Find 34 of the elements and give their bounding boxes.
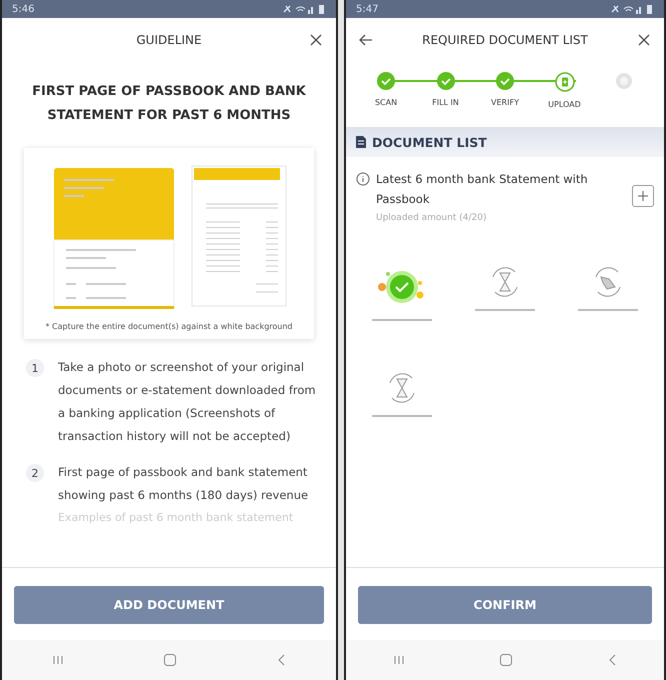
document-icon	[356, 136, 366, 148]
back-arrow-icon	[359, 34, 373, 46]
guideline-heading: FIRST PAGE OF PASSBOOK AND BANK STATEMENT FOR PAST 6 MONTHS	[31, 83, 307, 125]
plus-icon	[638, 191, 648, 201]
status-icons	[610, 4, 654, 14]
step-number: 1	[26, 359, 44, 377]
step-label: FILL IN	[432, 98, 459, 107]
illustration-caption: * Capture the entire document(s) against a white background	[45, 322, 293, 331]
recent-apps-icon[interactable]	[52, 654, 64, 666]
info-icon	[356, 172, 370, 186]
back-icon[interactable]	[276, 653, 286, 667]
status-time: 5:47	[356, 4, 378, 14]
screen-title: GUIDELINE	[135, 33, 203, 47]
home-icon[interactable]	[499, 653, 513, 667]
document-name: Latest 6 month bank Statement with Passbook	[376, 171, 589, 208]
step-number: 2	[26, 464, 44, 482]
step-label: UPLOAD	[548, 100, 581, 109]
add-button[interactable]	[632, 185, 654, 207]
home-icon[interactable]	[162, 653, 177, 667]
uploaded-amount: Uploaded amount (4/20)	[376, 213, 488, 223]
confirm-button[interactable]: CONFIRM	[358, 586, 652, 624]
status-icons	[282, 4, 326, 14]
status-time: 5:46	[12, 4, 34, 14]
step-label: VERIFY	[491, 98, 519, 107]
recent-apps-icon[interactable]	[393, 654, 405, 666]
add-document-button[interactable]: ADD DOCUMENT	[14, 586, 324, 624]
close-icon	[310, 34, 322, 46]
step-text: Take a photo or screenshot of your original documents or e-statement downloaded from a banking application (Screenshots of transaction history will not be accepted)	[58, 359, 317, 445]
step-text: First page of passbook and bank statement showing past 6 months (180 days) revenue	[58, 464, 310, 504]
section-title: DOCUMENT LIST	[372, 134, 487, 150]
back-icon[interactable]	[607, 653, 617, 667]
screen-title: REQUIRED DOCUMENT LIST	[421, 33, 589, 47]
close-icon	[638, 34, 650, 46]
step-label: SCAN	[374, 98, 398, 107]
